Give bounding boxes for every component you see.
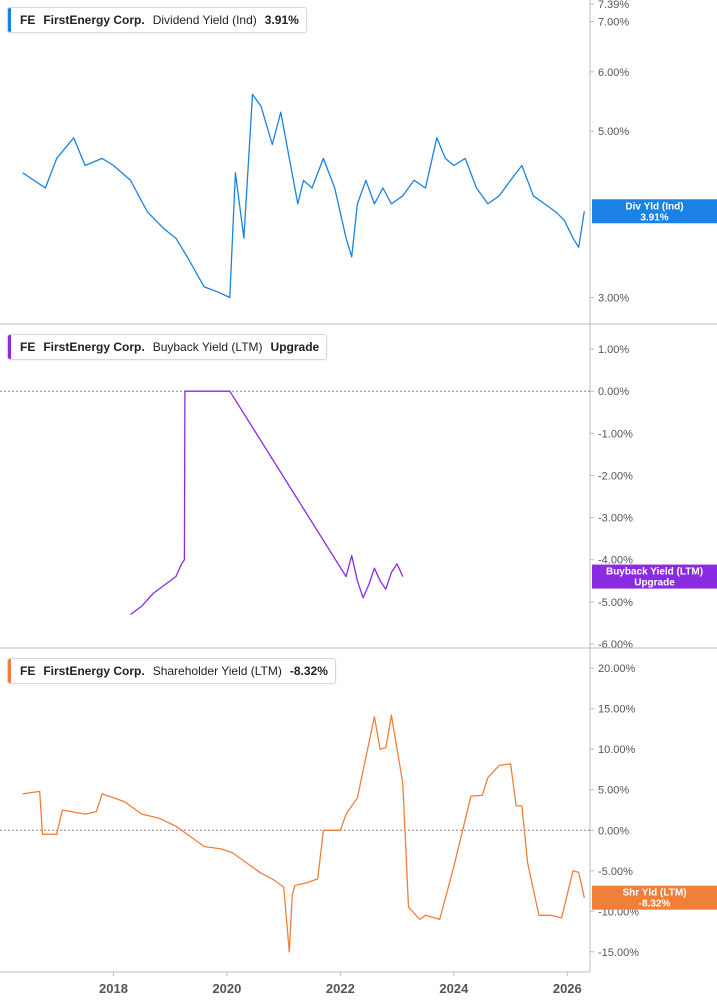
y-tick-label: 7.00% (598, 17, 629, 29)
legend-value: -8.32% (289, 664, 328, 678)
y-tick-label: 7.39% (598, 0, 629, 11)
legend-upgrade-link[interactable]: Upgrade (271, 340, 320, 354)
y-tick-label: 5.00% (598, 126, 629, 138)
legend-ticker: FE (20, 13, 36, 27)
current-value-number: Upgrade (634, 578, 675, 589)
legend-company: FirstEnergy Corp. (43, 340, 145, 354)
legend-swatch-shareholder (8, 659, 11, 683)
legend-ticker: FE (20, 340, 36, 354)
y-tick-label: 10.00% (598, 744, 636, 756)
x-tick-label: 2026 (553, 981, 582, 996)
legend-swatch-buyback (8, 335, 11, 359)
y-tick-label: 0.00% (598, 386, 629, 398)
legend-company: FirstEnergy Corp. (43, 664, 145, 678)
y-tick-label: -6.00% (598, 639, 633, 651)
y-tick-label: -2.00% (598, 470, 633, 482)
x-tick-label: 2018 (99, 981, 128, 996)
x-tick-label: 2022 (326, 981, 355, 996)
y-tick-label: 6.00% (598, 67, 629, 79)
x-tick-label: 2020 (212, 981, 241, 996)
legend-buyback-yield[interactable]: FE FirstEnergy Corp. Buyback Yield (LTM)… (7, 334, 328, 360)
y-tick-label: 5.00% (598, 785, 629, 797)
y-tick-label: 3.00% (598, 293, 629, 305)
legend-metric: Shareholder Yield (LTM) (152, 664, 282, 678)
legend-swatch-dividend (8, 8, 11, 32)
y-tick-label: -1.00% (598, 428, 633, 440)
y-tick-label: -5.00% (598, 597, 633, 609)
current-value-title: Div Yld (Ind) (625, 201, 683, 212)
legend-shareholder-yield[interactable]: FE FirstEnergy Corp. Shareholder Yield (… (7, 658, 336, 684)
series-line (22, 714, 585, 953)
legend-metric: Buyback Yield (LTM) (152, 340, 263, 354)
series-line (22, 93, 585, 299)
y-tick-label: 20.00% (598, 663, 636, 675)
series-line (130, 390, 404, 616)
legend-dividend-yield[interactable]: FE FirstEnergy Corp. Dividend Yield (Ind… (7, 7, 307, 33)
y-tick-label: 15.00% (598, 704, 636, 716)
current-value-number: -8.32% (639, 899, 671, 910)
current-value-title: Buyback Yield (LTM) (606, 567, 703, 578)
y-tick-label: 0.00% (598, 825, 629, 837)
legend-metric: Dividend Yield (Ind) (152, 13, 257, 27)
y-tick-label: -3.00% (598, 513, 633, 525)
y-tick-label: -5.00% (598, 866, 633, 878)
legend-value: 3.91% (264, 13, 299, 27)
current-value-title: Shr Yld (LTM) (622, 888, 686, 899)
x-tick-label: 2024 (439, 981, 469, 996)
legend-ticker: FE (20, 664, 36, 678)
current-value-number: 3.91% (640, 212, 668, 223)
legend-company: FirstEnergy Corp. (43, 13, 145, 27)
chart: 7.39%7.00%6.00%5.00%3.00%Div Yld (Ind)3.… (0, 0, 717, 996)
y-tick-label: -15.00% (598, 947, 639, 959)
y-tick-label: 1.00% (598, 344, 629, 356)
